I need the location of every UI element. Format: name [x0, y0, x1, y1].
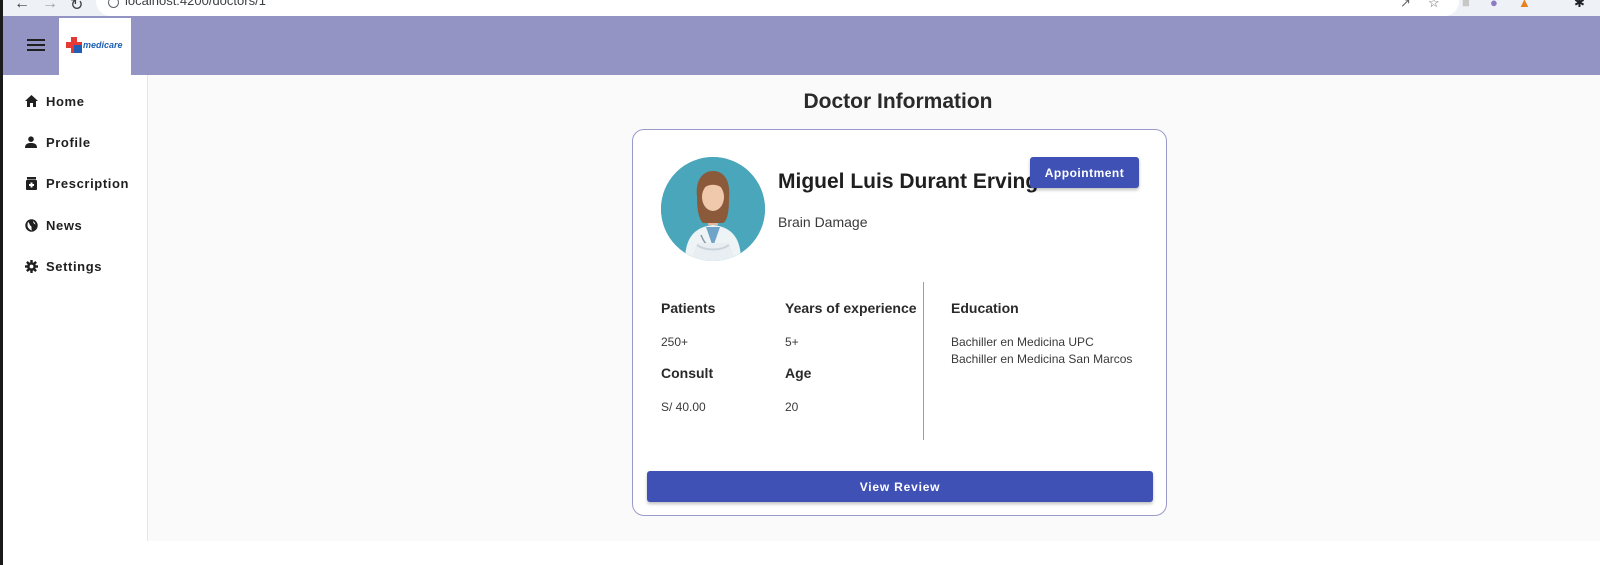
extension-icon[interactable]: ▲ — [1518, 0, 1531, 10]
appointment-button[interactable]: Appointment — [1030, 157, 1139, 188]
reload-icon[interactable]: ↻ — [70, 0, 83, 15]
share-icon[interactable]: ↗ — [1400, 0, 1411, 11]
education-item: Bachiller en Medicina San Marcos — [951, 352, 1133, 366]
doctor-name: Miguel Luis Durant Erving — [778, 170, 1039, 193]
sidebar-item-home[interactable]: Home — [3, 85, 147, 117]
extension-icon[interactable]: ■ — [1462, 0, 1470, 10]
view-review-button[interactable]: View Review — [647, 471, 1153, 502]
doctor-avatar — [661, 157, 765, 261]
education-label: Education — [951, 300, 1019, 316]
age-value: 20 — [785, 400, 799, 414]
hamburger-menu-icon[interactable] — [27, 36, 47, 54]
medical-cross-icon — [66, 37, 82, 53]
consult-value: S/ 40.00 — [661, 400, 706, 414]
globe-icon — [24, 218, 38, 232]
extension-icon[interactable]: ● — [1490, 0, 1498, 10]
home-icon — [24, 94, 38, 108]
experience-label: Years of experience — [785, 300, 917, 316]
page-title: Doctor Information — [803, 90, 993, 113]
address-bar[interactable] — [96, 0, 1459, 16]
sidebar-item-prescription[interactable]: Prescription — [3, 167, 147, 199]
browser-toolbar: ← → ↻ localhost:4200/doctors/1 ↗ ☆ ■ ● ▲… — [0, 0, 1600, 16]
sidebar-item-label: Prescription — [46, 175, 130, 191]
sidebar-item-news[interactable]: News — [3, 209, 147, 241]
forward-arrow-icon[interactable]: → — [42, 0, 58, 13]
app-toolbar: medicare — [3, 16, 1600, 75]
education-item: Bachiller en Medicina UPC — [951, 335, 1094, 349]
extensions-icon[interactable]: ✱ — [1574, 0, 1585, 11]
medication-icon — [24, 176, 38, 190]
url-text[interactable]: localhost:4200/doctors/1 — [125, 0, 266, 8]
sidebar-item-label: Home — [46, 93, 85, 109]
sidebar-item-label: Profile — [46, 134, 91, 150]
gear-icon — [24, 259, 38, 273]
app-logo[interactable]: medicare — [59, 18, 131, 75]
age-label: Age — [785, 365, 812, 381]
sidebar-nav: Home Profile Prescription News Settings — [3, 75, 148, 541]
section-divider — [923, 282, 924, 440]
sidebar-item-label: News — [46, 217, 83, 233]
doctor-card: Miguel Luis Durant Erving Brain Damage A… — [632, 129, 1167, 516]
experience-value: 5+ — [785, 335, 799, 349]
page-footer-space — [3, 541, 1600, 565]
sidebar-item-settings[interactable]: Settings — [3, 250, 147, 282]
main-content: Doctor Information Miguel Luis Durant Er… — [148, 75, 1600, 541]
person-icon — [24, 135, 38, 149]
doctor-specialty: Brain Damage — [778, 214, 868, 230]
back-arrow-icon[interactable]: ← — [14, 0, 30, 13]
patients-value: 250+ — [661, 335, 689, 349]
consult-label: Consult — [661, 365, 714, 381]
logo-text: medicare — [83, 40, 123, 50]
bookmark-star-icon[interactable]: ☆ — [1428, 0, 1440, 11]
sidebar-item-label: Settings — [46, 258, 103, 274]
patients-label: Patients — [661, 300, 716, 316]
sidebar-item-profile[interactable]: Profile — [3, 126, 147, 158]
